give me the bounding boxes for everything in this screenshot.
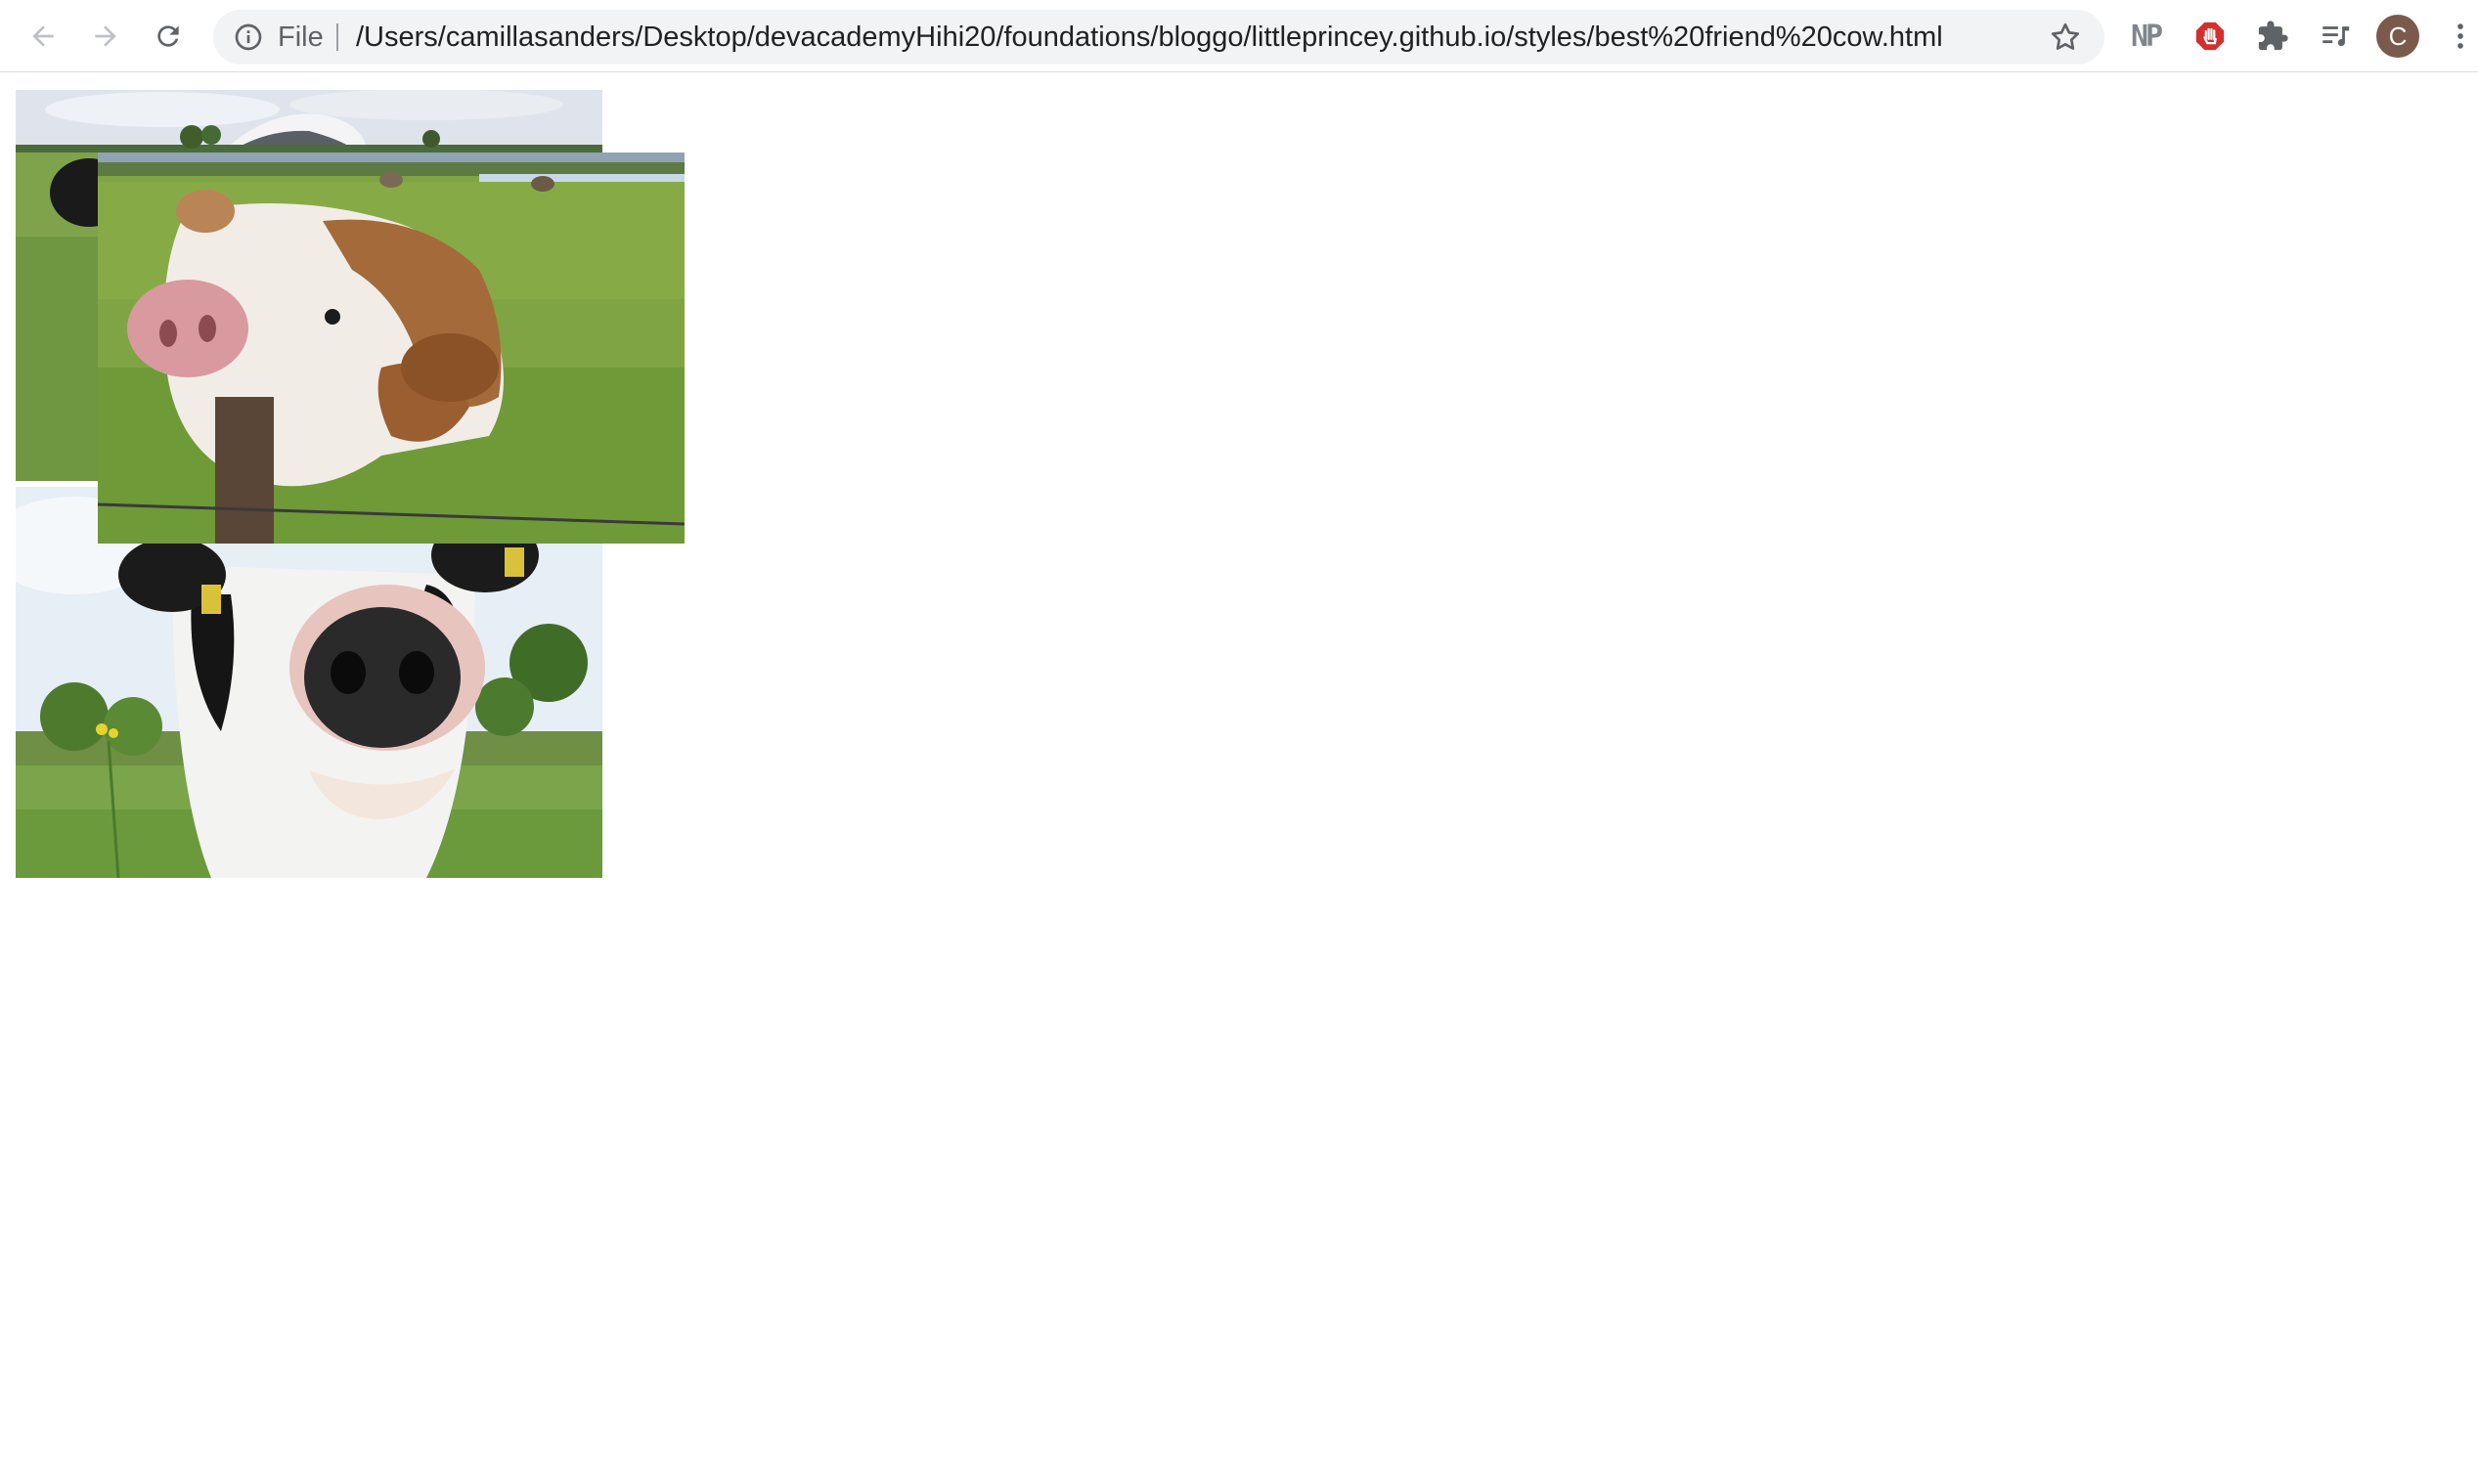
media-control-icon [2323,26,2350,47]
info-icon[interactable] [233,22,264,53]
puzzle-icon [2258,21,2288,51]
avatar-initial: C [2388,21,2408,51]
forward-button[interactable] [82,13,129,60]
profile-avatar-button[interactable]: C [2374,13,2421,60]
avatar: C [2376,15,2419,58]
reload-icon [157,25,179,47]
np-extension-button[interactable]: NP [2122,13,2169,60]
more-vertical-icon [2457,23,2463,49]
adblock-extension-button[interactable] [2187,13,2234,60]
address-bar[interactable]: File /Users/camillasanders/Desktop/devac… [213,10,2104,65]
scheme-label: File [278,22,324,53]
cow-photo-3 [16,487,602,878]
cow-photo-2 [98,153,685,544]
url-text[interactable]: /Users/camillasanders/Desktop/devacademy… [356,10,1943,65]
back-button[interactable] [20,13,66,60]
media-control-button[interactable] [2312,13,2359,60]
browser-toolbar: File /Users/camillasanders/Desktop/devac… [0,0,2478,72]
omnibox-separator [336,23,338,51]
chrome-menu-button[interactable] [2437,13,2478,60]
forward-icon [95,25,116,47]
bookmark-star-icon[interactable] [2048,20,2083,55]
extensions-button[interactable] [2249,13,2296,60]
adblock-icon [2195,22,2225,51]
back-icon [32,25,54,47]
np-extension-icon: NP [2130,19,2163,54]
reload-button[interactable] [145,13,192,60]
